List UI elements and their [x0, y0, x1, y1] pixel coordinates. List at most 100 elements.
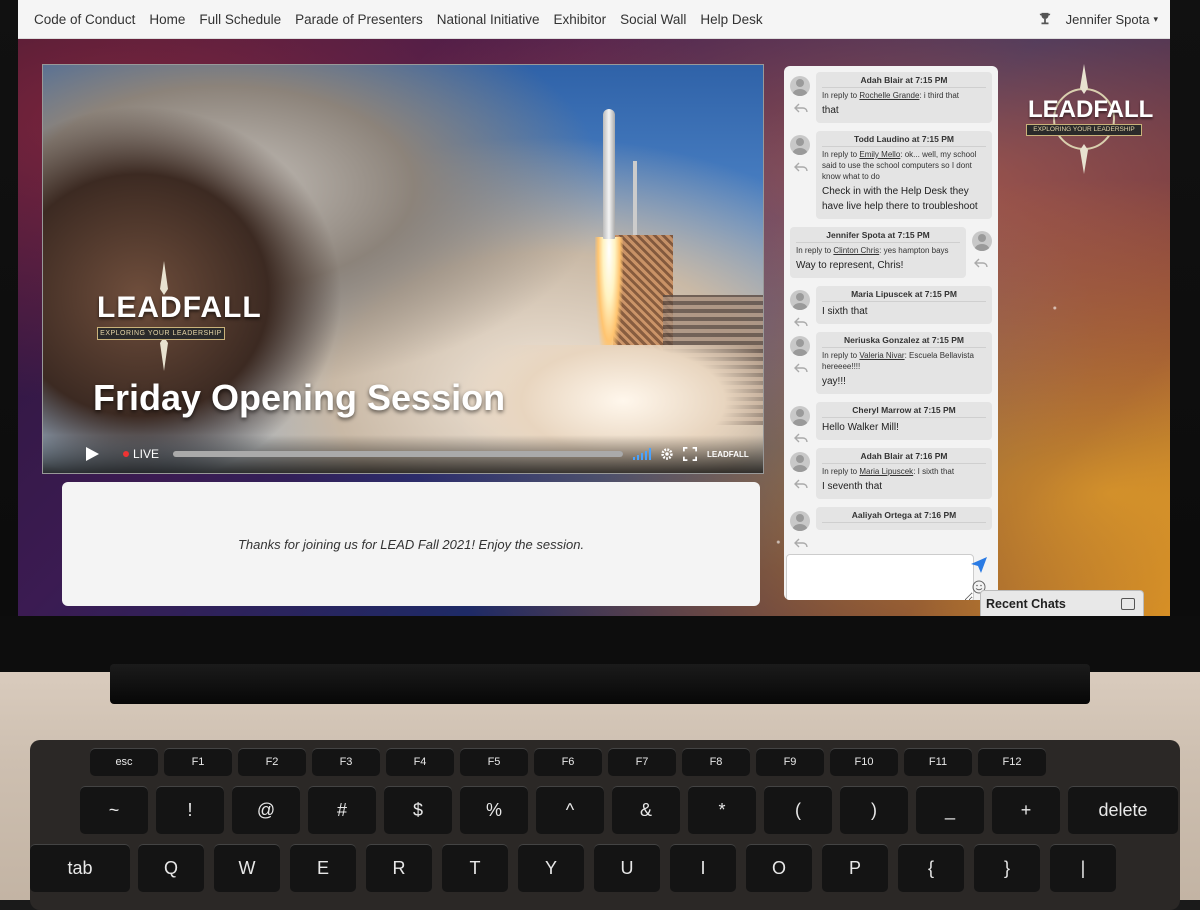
recent-chats-bar[interactable]: Recent Chats	[980, 590, 1144, 618]
video-player[interactable]: LEADFALL EXPLORING YOUR LEADERSHIP Frida…	[42, 64, 764, 474]
send-icon[interactable]	[970, 556, 988, 574]
avatar[interactable]	[790, 290, 810, 310]
key-num-9[interactable]: (	[764, 786, 832, 834]
key-q-row-6[interactable]: Y	[518, 844, 584, 892]
signal-strength-icon[interactable]	[633, 448, 652, 460]
avatar[interactable]	[790, 135, 810, 155]
nav-link-social-wall[interactable]: Social Wall	[620, 12, 686, 27]
key-q-row-8[interactable]: I	[670, 844, 736, 892]
reply-icon[interactable]	[794, 432, 808, 443]
key-q-row-0[interactable]: tab	[30, 844, 130, 892]
chat-reply-context: In reply to Valeria Nivar: Escuela Bella…	[822, 351, 974, 371]
key-f10[interactable]: F10	[830, 748, 898, 776]
key-q-row-1[interactable]: Q	[138, 844, 204, 892]
key-f9[interactable]: F9	[756, 748, 824, 776]
nav-link-home[interactable]: Home	[149, 12, 185, 27]
key-q-row-7[interactable]: U	[594, 844, 660, 892]
reply-icon[interactable]	[794, 537, 808, 548]
chat-bubble: Adah Blair at 7:16 PM In reply to Maria L…	[816, 448, 992, 499]
rocket	[603, 109, 615, 239]
reply-icon[interactable]	[794, 362, 808, 373]
chat-message-list[interactable]: Adah Blair at 7:15 PM In reply to Rochell…	[784, 66, 998, 550]
nav-link-full-schedule[interactable]: Full Schedule	[199, 12, 281, 27]
key-num-11[interactable]: _	[916, 786, 984, 834]
nav-link-parade-of-presenters[interactable]: Parade of Presenters	[295, 12, 423, 27]
reply-icon[interactable]	[794, 316, 808, 327]
progress-fill	[173, 451, 624, 457]
reply-icon[interactable]	[974, 257, 988, 268]
avatar[interactable]	[790, 76, 810, 96]
key-f5[interactable]: F5	[460, 748, 528, 776]
key-q-row-4[interactable]: R	[366, 844, 432, 892]
key-q-row-12[interactable]: }	[974, 844, 1040, 892]
key-num-3[interactable]: #	[308, 786, 376, 834]
key-num-4[interactable]: $	[384, 786, 452, 834]
key-q-row-11[interactable]: {	[898, 844, 964, 892]
session-message-box: Thanks for joining us for LEAD Fall 2021…	[62, 482, 760, 606]
key-f1[interactable]: F1	[164, 748, 232, 776]
reply-to-link[interactable]: Emily Mello	[859, 150, 900, 159]
reply-to-link[interactable]: Rochelle Grande	[859, 91, 919, 100]
chat-input[interactable]	[786, 554, 974, 600]
chat-author: Cheryl Marrow at 7:15 PM	[822, 405, 986, 418]
avatar[interactable]	[790, 452, 810, 472]
key-f8[interactable]: F8	[682, 748, 750, 776]
logo-tagline: EXPLORING YOUR LEADERSHIP	[97, 327, 225, 340]
chat-bubble: Todd Laudino at 7:15 PM In reply to Emily…	[816, 131, 992, 219]
key-f4[interactable]: F4	[386, 748, 454, 776]
chat-author: Jennifer Spota at 7:15 PM	[796, 230, 960, 243]
key-num-2[interactable]: @	[232, 786, 300, 834]
trophy-icon[interactable]	[1038, 12, 1052, 26]
key-f11[interactable]: F11	[904, 748, 972, 776]
chat-bubble: Neriuska Gonzalez at 7:15 PM In reply to …	[816, 332, 992, 394]
avatar[interactable]	[790, 336, 810, 356]
reply-icon[interactable]	[794, 161, 808, 172]
reply-icon[interactable]	[794, 478, 808, 489]
key-num-12[interactable]: +	[992, 786, 1060, 834]
key-esc[interactable]: esc	[90, 748, 158, 776]
avatar[interactable]	[972, 231, 992, 251]
nav-link-exhibitor[interactable]: Exhibitor	[554, 12, 607, 27]
key-q-row-3[interactable]: E	[290, 844, 356, 892]
keyboard: esc F1 F2 F3 F4 F5 F6 F7 F8 F9 F10 F11 F12 ~! @ # $% ^ & *(…	[30, 740, 1180, 910]
key-num-7[interactable]: &	[612, 786, 680, 834]
user-menu[interactable]: Jennifer Spota ▾	[1038, 12, 1158, 27]
key-num-5[interactable]: %	[460, 786, 528, 834]
reply-quote: yes hampton bays	[883, 246, 949, 255]
play-icon[interactable]	[83, 445, 101, 463]
key-q-row-13[interactable]: |	[1050, 844, 1116, 892]
reply-to-link[interactable]: Clinton Chris	[833, 246, 879, 255]
reply-to-link[interactable]: Maria Lipuscek	[859, 467, 913, 476]
key-f6[interactable]: F6	[534, 748, 602, 776]
avatar[interactable]	[790, 511, 810, 531]
key-num-1[interactable]: !	[156, 786, 224, 834]
fullscreen-icon[interactable]	[683, 447, 698, 461]
key-q-row-9[interactable]: O	[746, 844, 812, 892]
key-f2[interactable]: F2	[238, 748, 306, 776]
key-num-0[interactable]: ~	[80, 786, 148, 834]
key-num-6[interactable]: ^	[536, 786, 604, 834]
key-f7[interactable]: F7	[608, 748, 676, 776]
key-q-row-10[interactable]: P	[822, 844, 888, 892]
key-num-10[interactable]: )	[840, 786, 908, 834]
key-num-8[interactable]: *	[688, 786, 756, 834]
chat-bubble: Maria Lipuscek at 7:15 PM I sixth that	[816, 286, 992, 324]
key-num-13[interactable]: delete	[1068, 786, 1178, 834]
avatar[interactable]	[790, 406, 810, 426]
maximize-icon[interactable]	[1121, 598, 1135, 610]
key-f3[interactable]: F3	[312, 748, 380, 776]
reply-to-link[interactable]: Valeria Nivar	[859, 351, 904, 360]
settings-gear-icon[interactable]	[660, 447, 674, 461]
nav-link-national-initiative[interactable]: National Initiative	[437, 12, 540, 27]
nav-link-help-desk[interactable]: Help Desk	[700, 12, 762, 27]
nav-link-code-of-conduct[interactable]: Code of Conduct	[34, 12, 135, 27]
reply-icon[interactable]	[794, 102, 808, 113]
key-q-row-2[interactable]: W	[214, 844, 280, 892]
key-f12[interactable]: F12	[978, 748, 1046, 776]
recent-chats-label[interactable]: Recent Chats	[986, 597, 1066, 611]
user-name[interactable]: Jennifer Spota	[1066, 12, 1150, 27]
chevron-down-icon[interactable]: ▾	[1153, 14, 1158, 25]
progress-bar[interactable]	[173, 451, 624, 457]
chat-message: Adah Blair at 7:15 PM In reply to Rochell…	[790, 72, 992, 123]
key-q-row-5[interactable]: T	[442, 844, 508, 892]
